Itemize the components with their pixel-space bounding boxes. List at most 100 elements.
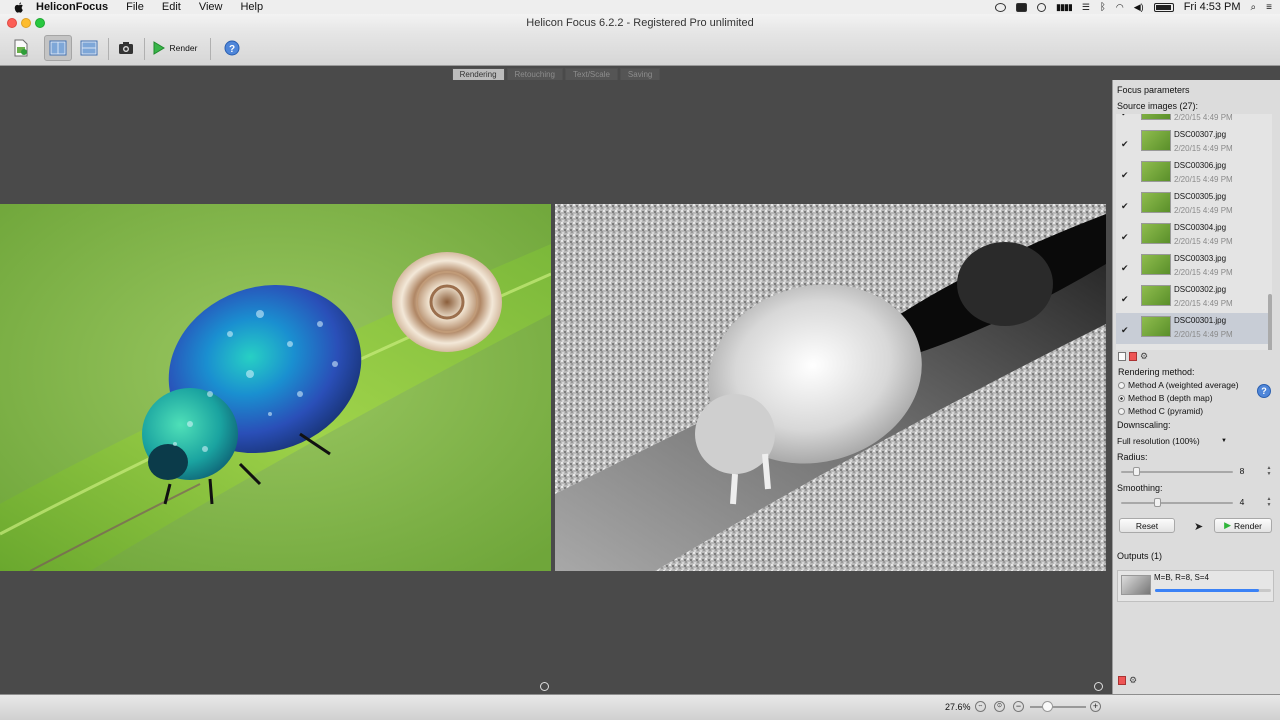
zoom-slider-knob[interactable] [1042,701,1053,712]
menu-app-name[interactable]: HeliconFocus [36,1,108,13]
terminal-icon[interactable] [1016,2,1028,12]
sync-icon[interactable] [995,2,1007,12]
smoothing-slider-knob[interactable] [1154,498,1161,507]
radius-slider-knob[interactable] [1133,467,1140,476]
svg-text:?: ? [229,44,235,55]
method-c-radio[interactable]: Method C (pyramid) [1118,406,1203,416]
gear-icon[interactable]: ⚙ [1140,352,1148,361]
radio-icon [1118,394,1125,402]
rendering-method-label: Rendering method: [1118,367,1195,377]
source-name: DSC00306.jpg [1174,161,1227,170]
downscaling-select[interactable]: Full resolution (100%) ▼ [1117,434,1227,447]
close-window-button[interactable] [7,18,17,28]
zoom-icon[interactable] [1094,682,1103,691]
tab-retouching[interactable]: Retouching [506,68,564,80]
menu-file[interactable]: File [126,1,144,13]
smoothing-value[interactable]: 4 [1230,496,1254,508]
layout-side-by-side-button[interactable] [44,35,72,61]
record-icon[interactable] [1037,2,1047,12]
list-item[interactable]: ✔ DSC00306.jpg 2/20/15 4:49 PM [1116,158,1272,189]
list-item[interactable]: ✔ DSC00301.jpg 2/20/15 4:49 PM [1116,313,1272,344]
radio-icon [1118,381,1125,389]
tab-text-scale[interactable]: Text/Scale [565,68,618,80]
add-file-icon[interactable] [1118,352,1126,361]
downscaling-value: Full resolution (100%) [1117,435,1200,446]
radio-icon [1118,407,1125,415]
zoom-slider-track[interactable] [1030,706,1086,708]
reset-button[interactable]: Reset [1119,518,1175,533]
tab-saving[interactable]: Saving [619,68,661,80]
render-panel-button[interactable]: ▶ Render [1214,518,1272,533]
checkbox-icon[interactable]: ✔ [1121,263,1129,274]
menu-help[interactable]: Help [240,1,263,13]
zoom-out-icon[interactable]: − [1013,701,1024,712]
source-list-toolbar: ⚙ [1118,352,1148,361]
menubar: HeliconFocus File Edit View Help ▮▮▮▮ ☰ … [0,0,1280,14]
method-help-icon[interactable]: ? [1257,384,1271,398]
notification-center-icon[interactable]: ≡ [1266,2,1272,13]
checkbox-icon[interactable]: ✔ [1121,232,1129,243]
bars-icon[interactable]: ▮▮▮▮ [1056,2,1073,13]
thumbnail [1141,192,1171,213]
menu-view[interactable]: View [199,1,223,13]
checkbox-icon[interactable]: ✔ [1121,325,1129,336]
layout-stacked-button[interactable] [76,35,102,61]
list-item[interactable]: ✔ DSC00307.jpg 2/20/15 4:49 PM [1116,127,1272,158]
zoom-in-icon[interactable]: + [1090,701,1101,712]
output-progress-track [1155,589,1271,592]
result-image-preview[interactable] [0,204,551,571]
smoothing-slider-track[interactable] [1121,502,1233,504]
checkbox-icon[interactable]: ✔ [1121,139,1129,150]
list-item[interactable]: ✔ DSC00304.jpg 2/20/15 4:49 PM [1116,220,1272,251]
fit-to-window-icon[interactable]: ⇔ [975,701,986,712]
thumbnail [1141,161,1171,182]
actual-size-icon[interactable]: ⊙ [994,701,1005,712]
minimize-window-button[interactable] [21,18,31,28]
checkbox-icon[interactable]: ✔ [1121,170,1129,181]
method-c-label: Method C (pyramid) [1128,406,1204,416]
output-list[interactable]: M=B, R=8, S=4 [1117,570,1274,602]
checkbox-icon[interactable]: ✔ [1121,201,1129,212]
method-a-radio[interactable]: Method A (weighted average) [1118,380,1239,390]
checkbox-icon[interactable]: ✔ [1121,114,1129,119]
zoom-window-button[interactable] [35,18,45,28]
source-date: 2/20/15 4:49 PM [1174,330,1233,339]
radius-value[interactable]: 8 [1230,465,1254,477]
bluetooth-icon[interactable]: ᛒ [1100,2,1106,13]
wifi-icon[interactable]: ◠ [1116,2,1124,13]
spotlight-icon[interactable]: ⌕ [1251,2,1257,13]
radius-stepper[interactable]: ▲ ▼ [1266,465,1272,477]
add-images-button[interactable] [8,35,34,61]
render-panel-label: Render [1234,520,1262,531]
list-item[interactable]: ✔ DSC00302.jpg 2/20/15 4:49 PM [1116,282,1272,313]
sliders-icon[interactable]: ☰ [1082,2,1090,13]
play-icon [153,41,165,55]
image-viewer[interactable] [0,80,1112,694]
remove-file-icon[interactable] [1118,676,1126,685]
list-item[interactable]: ✔ DSC00303.jpg 2/20/15 4:49 PM [1116,251,1272,282]
list-item[interactable]: ✔ 2/20/15 4:49 PM [1116,114,1272,127]
smoothing-stepper[interactable]: ▲ ▼ [1266,496,1272,508]
render-toolbar-button[interactable]: Render [150,35,200,61]
menu-edit[interactable]: Edit [162,1,181,13]
tab-rendering[interactable]: Rendering [451,68,505,80]
checkbox-icon[interactable]: ✔ [1121,294,1129,305]
apple-icon[interactable] [12,0,26,14]
remove-file-icon[interactable] [1129,352,1137,361]
chevron-down-icon: ▼ [1221,437,1227,444]
source-images-label: Source images (27): [1117,101,1199,111]
zoom-icon[interactable] [540,682,549,691]
volume-icon[interactable]: ◀) [1134,2,1144,13]
gear-icon[interactable]: ⚙ [1129,676,1137,685]
battery-icon[interactable] [1153,2,1174,12]
source-date: 2/20/15 4:49 PM [1174,114,1233,122]
list-item[interactable]: ✔ DSC00305.jpg 2/20/15 4:49 PM [1116,189,1272,220]
source-list-scrollbar[interactable] [1268,294,1272,350]
source-images-list[interactable]: ✔ 2/20/15 4:49 PM ✔ DSC00307.jpg 2/20/15… [1116,114,1272,350]
output-progress-fill [1155,589,1260,592]
menubar-clock[interactable]: Fri 4:53 PM [1184,1,1241,13]
help-button[interactable]: ? [220,35,244,61]
method-b-radio[interactable]: Method B (depth map) [1118,393,1213,403]
depth-map-preview[interactable] [555,204,1106,571]
camera-button[interactable] [114,35,138,61]
